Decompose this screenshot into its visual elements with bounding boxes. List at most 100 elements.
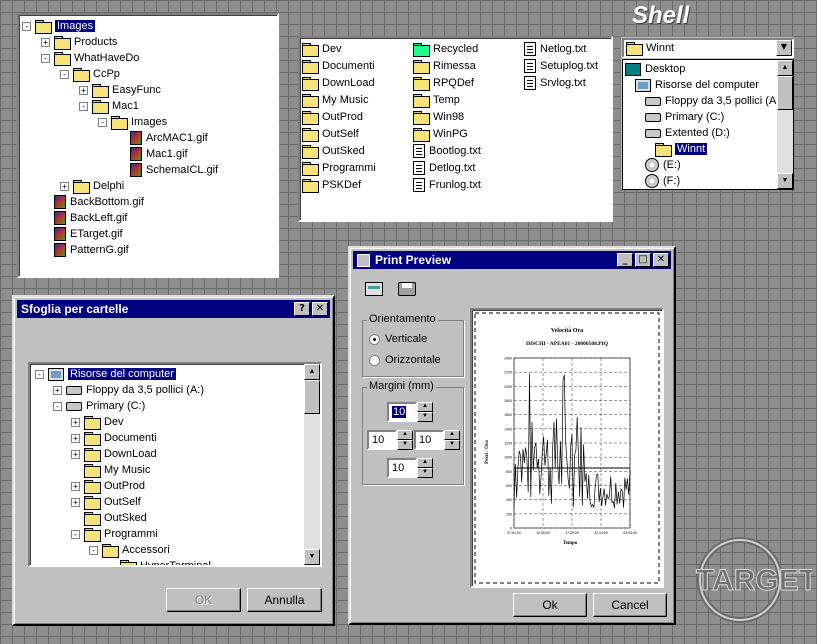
file-item[interactable]: Dev xyxy=(302,41,342,57)
tree-item[interactable]: - Programmi xyxy=(71,526,158,542)
ok-button[interactable]: OK xyxy=(166,588,241,612)
tree-item[interactable]: Mac1.gif xyxy=(117,146,188,162)
preview-title-bar[interactable]: Print Preview _ □ ✕ xyxy=(353,251,671,269)
margin-left-field[interactable]: 10 xyxy=(367,430,397,450)
help-button[interactable]: ? xyxy=(294,302,310,316)
file-item[interactable]: Frunlog.txt xyxy=(413,177,481,193)
spin-up-icon[interactable]: ▲ xyxy=(417,402,433,412)
browse-title-bar[interactable]: Sfoglia per cartelle ? ✕ xyxy=(17,300,330,318)
tree-item[interactable]: - Images xyxy=(98,114,167,130)
tree-item[interactable]: - Accessori xyxy=(89,542,170,558)
collapse-icon[interactable]: - xyxy=(79,101,88,111)
tree-item[interactable]: - Risorse del computer xyxy=(35,366,177,382)
scroll-down-icon[interactable]: ▼ xyxy=(304,549,320,565)
combo-item[interactable]: Primary (C:) xyxy=(645,109,724,125)
margin-top-spinner[interactable]: 10 ▲ ▼ xyxy=(387,402,443,422)
tree-item[interactable]: + Products xyxy=(41,34,117,50)
tree-item[interactable]: + Dev xyxy=(71,414,124,430)
file-item[interactable]: WinPG xyxy=(413,126,468,142)
collapse-icon[interactable]: - xyxy=(41,53,50,63)
tree-item[interactable]: HyperTerminal xyxy=(107,558,211,565)
tree-item[interactable]: + Delphi xyxy=(60,178,124,194)
file-item[interactable]: Setuplog.txt xyxy=(524,58,598,74)
file-item[interactable]: Documenti xyxy=(302,58,375,74)
expand-icon[interactable]: + xyxy=(71,433,80,443)
scroll-up-icon[interactable]: ▲ xyxy=(304,364,320,380)
tree-item[interactable]: + OutProd xyxy=(71,478,145,494)
minimize-button[interactable]: _ xyxy=(617,253,633,267)
drive-combo-field[interactable]: Winnt ▼ xyxy=(622,38,794,58)
file-item[interactable]: My Music xyxy=(302,92,368,108)
file-item[interactable]: Win98 xyxy=(413,109,464,125)
collapse-icon[interactable]: - xyxy=(98,117,107,127)
cancel-button[interactable]: Cancel xyxy=(593,593,667,617)
drive-combo[interactable]: Winnt ▼ Desktop Risorse del computer Flopp… xyxy=(620,36,794,190)
tree-item[interactable]: SchemaICL.gif xyxy=(117,162,218,178)
tree-item[interactable]: ETarget.gif xyxy=(41,226,123,242)
close-button[interactable]: ✕ xyxy=(653,253,669,267)
file-item[interactable]: PSKDef xyxy=(302,177,361,193)
margin-top-field[interactable]: 10 xyxy=(387,402,417,422)
spin-down-icon[interactable]: ▼ xyxy=(397,440,413,450)
radio-horizontal[interactable]: Orizzontale xyxy=(369,352,441,368)
radio-vertical[interactable]: Verticale xyxy=(369,331,427,347)
scroll-thumb[interactable] xyxy=(304,380,320,414)
margin-right-field[interactable]: 10 xyxy=(414,430,444,450)
combo-scrollbar[interactable]: ▲ ▼ xyxy=(777,60,793,189)
file-item[interactable]: Temp xyxy=(413,92,460,108)
margin-bottom-field[interactable]: 10 xyxy=(387,458,417,478)
file-item[interactable]: RPQDef xyxy=(413,75,474,91)
drive-combo-list[interactable]: Desktop Risorse del computer Floppy da 3,5… xyxy=(622,59,794,190)
file-item[interactable]: Srvlog.txt xyxy=(524,75,586,91)
tree-item[interactable]: ArcMAC1.gif xyxy=(117,130,208,146)
file-item[interactable]: OutSked xyxy=(302,143,365,159)
print-icon[interactable] xyxy=(398,282,416,296)
file-item[interactable]: Rimessa xyxy=(413,58,476,74)
browse-scrollbar[interactable]: ▲ ▼ xyxy=(304,364,320,565)
tree-item[interactable]: - WhatHaveDo xyxy=(41,50,139,66)
expand-icon[interactable]: + xyxy=(71,417,80,427)
expand-icon[interactable]: + xyxy=(60,181,69,191)
maximize-button[interactable]: □ xyxy=(635,253,651,267)
tree-item[interactable]: BackBottom.gif xyxy=(41,194,144,210)
collapse-icon[interactable]: - xyxy=(71,529,80,539)
collapse-icon[interactable]: - xyxy=(22,21,31,31)
tree-item[interactable]: + DownLoad xyxy=(71,446,157,462)
file-item[interactable]: OutSelf xyxy=(302,126,359,142)
file-item[interactable]: Bootlog.txt xyxy=(413,143,481,159)
spin-down-icon[interactable]: ▼ xyxy=(417,468,433,478)
tree-item[interactable]: + Floppy da 3,5 pollici (A:) xyxy=(53,382,204,398)
collapse-icon[interactable]: - xyxy=(89,545,98,555)
tree-item[interactable]: - Images xyxy=(22,18,97,34)
cancel-button[interactable]: Annulla xyxy=(247,588,322,612)
combo-item[interactable]: Floppy da 3,5 pollici (A:) xyxy=(645,93,783,109)
file-item[interactable]: Programmi xyxy=(302,160,376,176)
collapse-icon[interactable]: - xyxy=(53,401,62,411)
tree-item[interactable]: + Documenti xyxy=(71,430,157,446)
expand-icon[interactable]: + xyxy=(41,37,50,47)
spin-up-icon[interactable]: ▲ xyxy=(417,458,433,468)
printer-setup-icon[interactable] xyxy=(365,282,383,296)
expand-icon[interactable]: + xyxy=(53,385,62,395)
folder-tree-view[interactable]: - Images + Products - WhatHaveDo - CcPp + EasyFun… xyxy=(17,13,279,278)
combo-item[interactable]: (E:) xyxy=(645,157,681,173)
close-button[interactable]: ✕ xyxy=(312,302,328,316)
combo-item[interactable]: (F:) xyxy=(645,173,680,189)
tree-item[interactable]: OutSked xyxy=(71,510,147,526)
tree-item[interactable]: - Mac1 xyxy=(79,98,139,114)
file-item[interactable]: DownLoad xyxy=(302,75,375,91)
scroll-down-icon[interactable]: ▼ xyxy=(777,173,793,189)
spin-up-icon[interactable]: ▲ xyxy=(397,430,413,440)
file-item[interactable]: Detlog.txt xyxy=(413,160,475,176)
margin-right-spinner[interactable]: 10 ▲ ▼ xyxy=(414,430,470,450)
combo-item[interactable]: Desktop xyxy=(625,61,685,77)
tree-item[interactable]: + OutSelf xyxy=(71,494,141,510)
chevron-down-icon[interactable]: ▼ xyxy=(776,40,792,56)
combo-item[interactable]: Risorse del computer xyxy=(635,77,759,93)
tree-item[interactable]: BackLeft.gif xyxy=(41,210,127,226)
collapse-icon[interactable]: - xyxy=(35,369,44,379)
collapse-icon[interactable]: - xyxy=(60,69,69,79)
tree-item[interactable]: PatternG.gif xyxy=(41,242,129,258)
tree-item[interactable]: - Primary (C:) xyxy=(53,398,145,414)
spin-down-icon[interactable]: ▼ xyxy=(444,440,460,450)
